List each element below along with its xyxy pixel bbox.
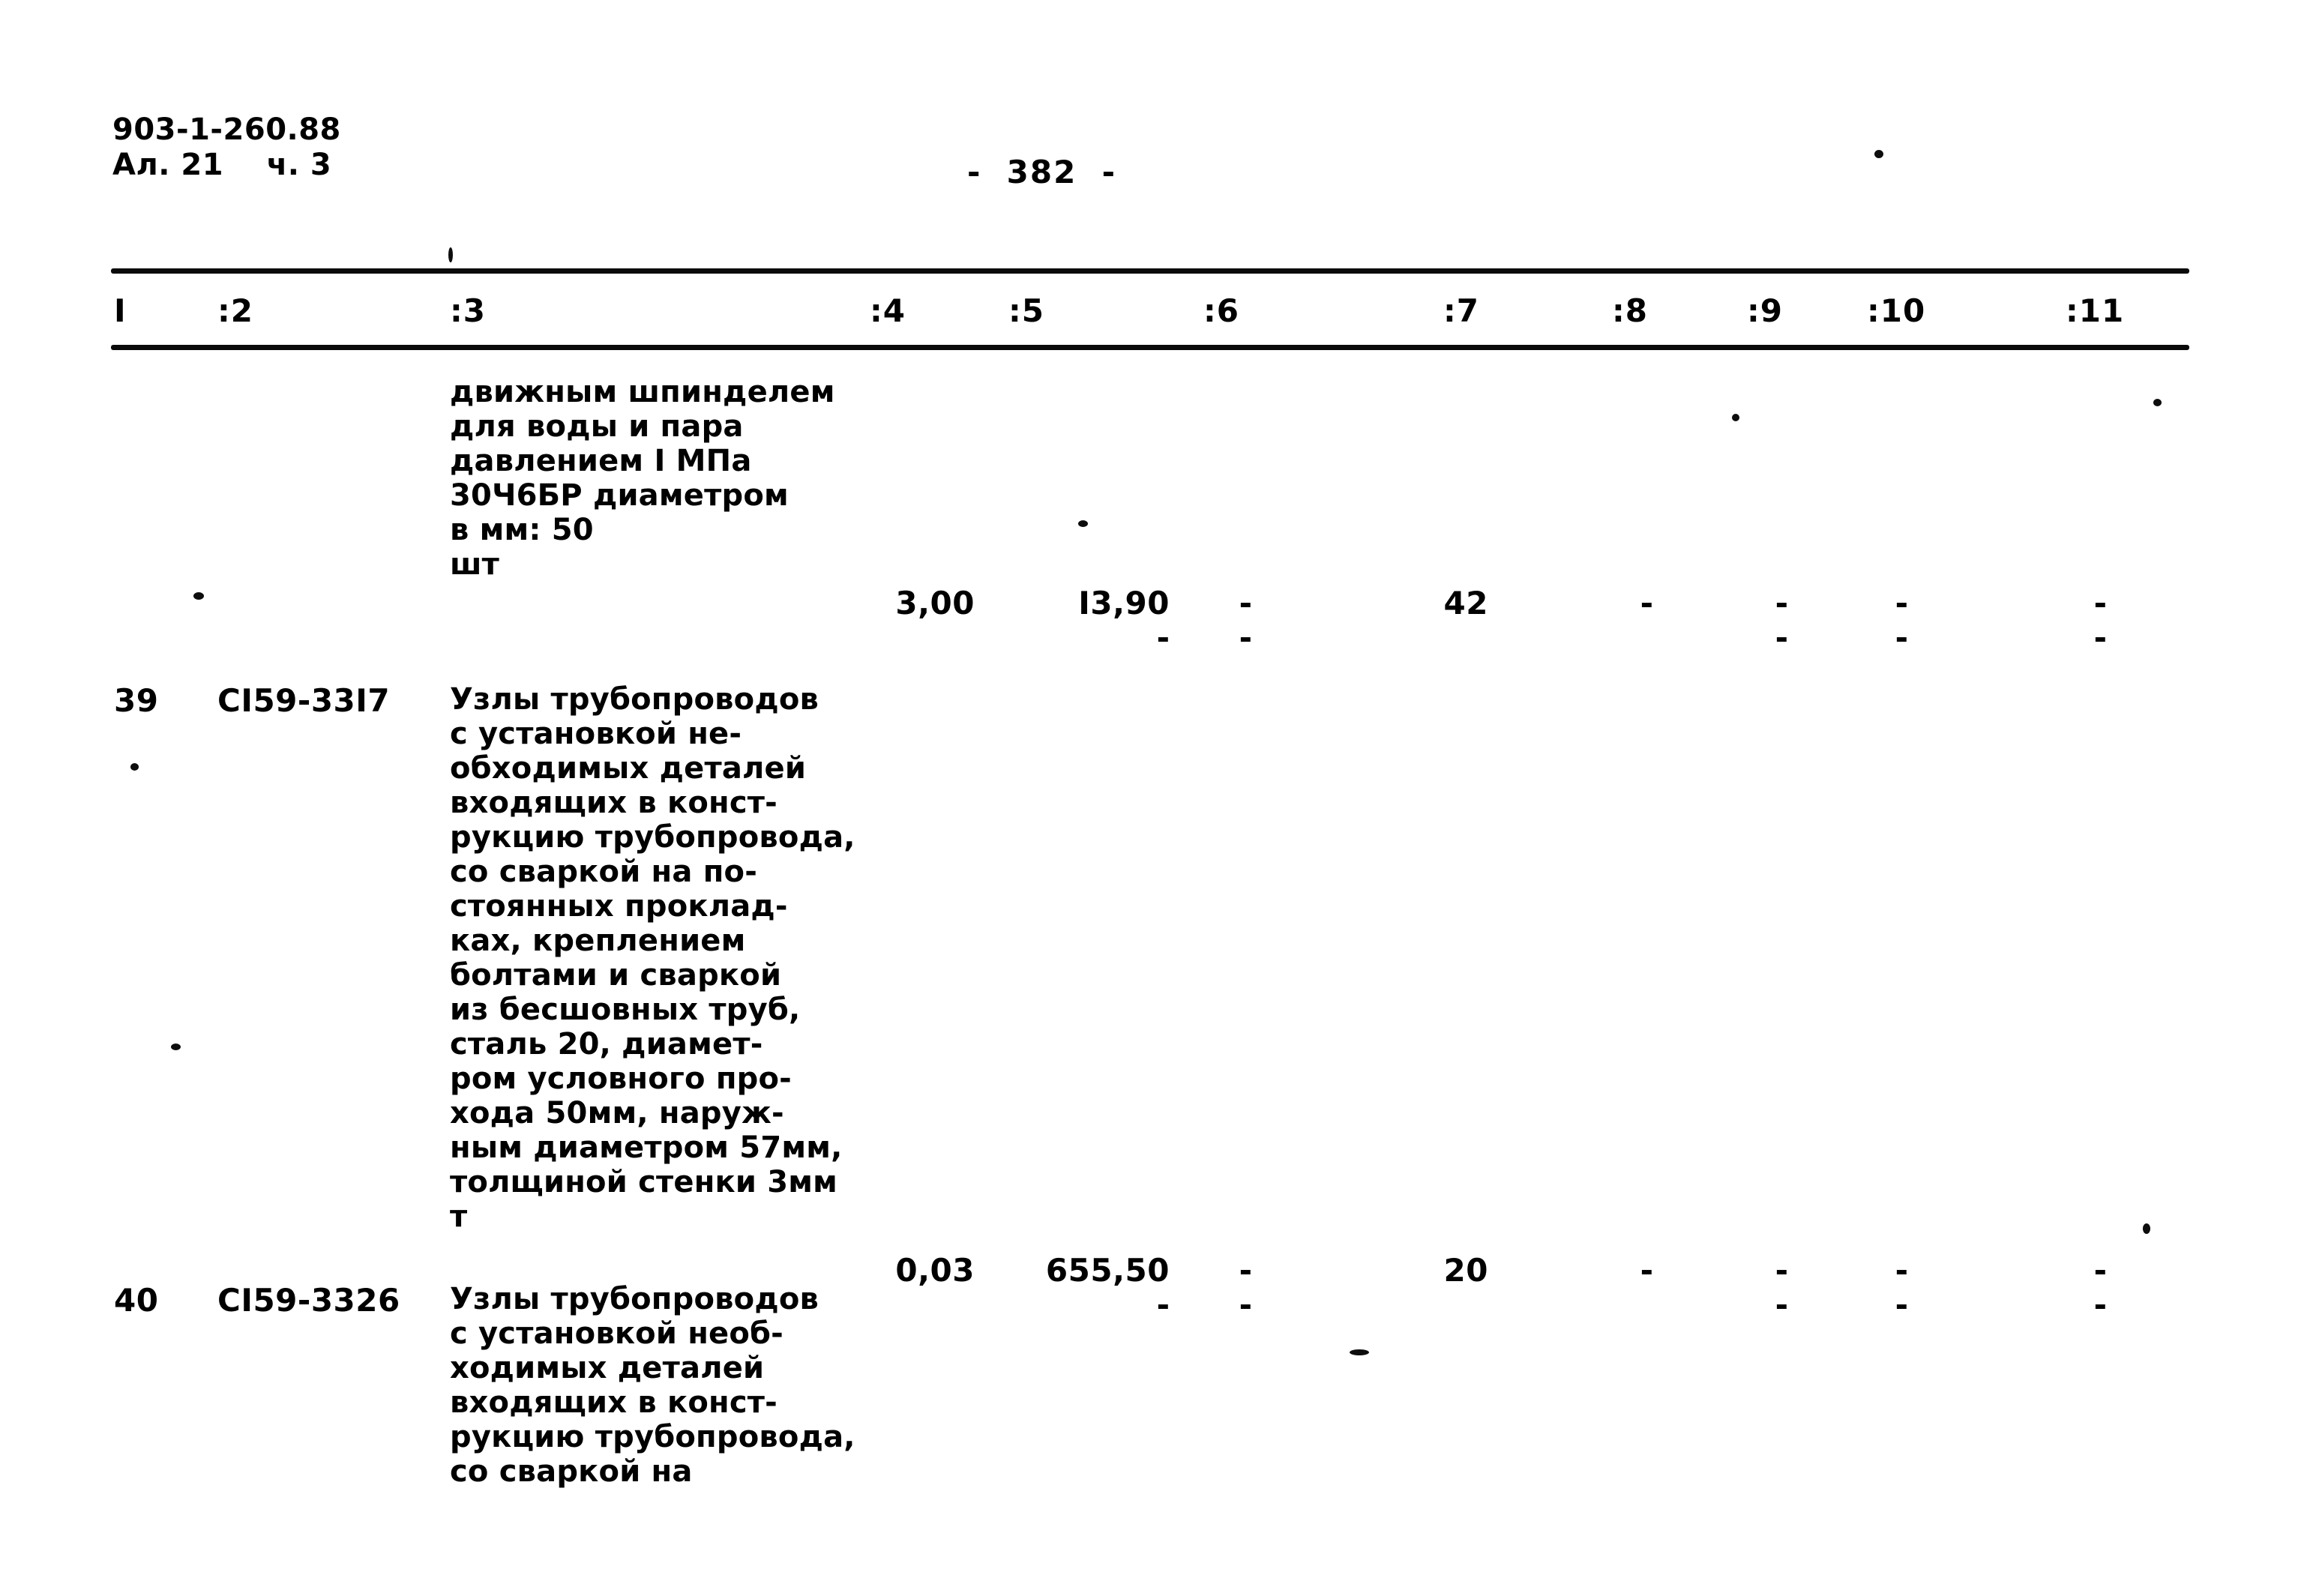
document-header: 903-1-260.88 Ал. 21 ч. 3 [112,112,341,183]
column-header-1: I [114,292,127,329]
cell-value-c11b: - [2093,619,2107,656]
column-header-6: :6 [1203,292,1240,329]
scan-artifact-speckle [448,247,453,262]
item-description: движным шпинделем для воды и пара давлен… [450,375,835,582]
album-part-line: Ал. 21 ч. 3 [112,148,332,183]
column-header-8: :8 [1612,292,1649,329]
column-header-9: :9 [1747,292,1784,329]
scan-artifact-speckle [1732,414,1739,421]
column-header-7: :7 [1443,292,1480,329]
column-header-3: :3 [450,292,487,329]
cell-value-c11: - [2093,585,2107,621]
scan-artifact-speckle [2153,399,2162,406]
page-number: - 382 - [967,154,1117,190]
column-header-4: :4 [870,292,906,329]
table-row: движным шпинделем для воды и пара давлен… [0,375,2304,656]
item-code: CI59-3326 [217,1282,400,1319]
column-header-10: :10 [1867,292,1926,329]
scan-artifact-speckle [1078,520,1088,527]
column-header-11: :11 [2066,292,2125,329]
column-header-2: :2 [217,292,254,329]
scan-artifact-speckle [130,763,139,771]
row-index: 40 [114,1282,159,1319]
table-header-bottom-rule [111,345,2189,350]
document-page: 903-1-260.88 Ал. 21 ч. 3 - 382 - I :2 :3 :4… [0,0,2304,1596]
scan-artifact-speckle [171,1044,181,1050]
item-code: CI59-33I7 [217,682,391,719]
row-index: 39 [114,682,159,719]
document-code: 903-1-260.88 [112,112,341,147]
scan-artifact-speckle [1874,150,1883,158]
table-column-headers: I :2 :3 :4 :5 :6 :7 :8 :9 :10 :11 [0,292,2304,345]
table-top-rule [111,268,2189,274]
scan-artifact-speckle [193,592,204,600]
table-row: 40 CI59-3326 Узлы трубопроводов с установк… [0,1282,2304,1489]
column-header-5: :5 [1008,292,1045,329]
scan-artifact-speckle [2143,1223,2150,1234]
scan-artifact-speckle [1350,1349,1369,1355]
item-description: Узлы трубопроводов с установкой необ- хо… [450,1282,855,1489]
item-description: Узлы трубопроводов с установкой не- обхо… [450,682,855,1234]
table-row: 39 CI59-33I7 Узлы трубопроводов с установк… [0,682,2304,1323]
